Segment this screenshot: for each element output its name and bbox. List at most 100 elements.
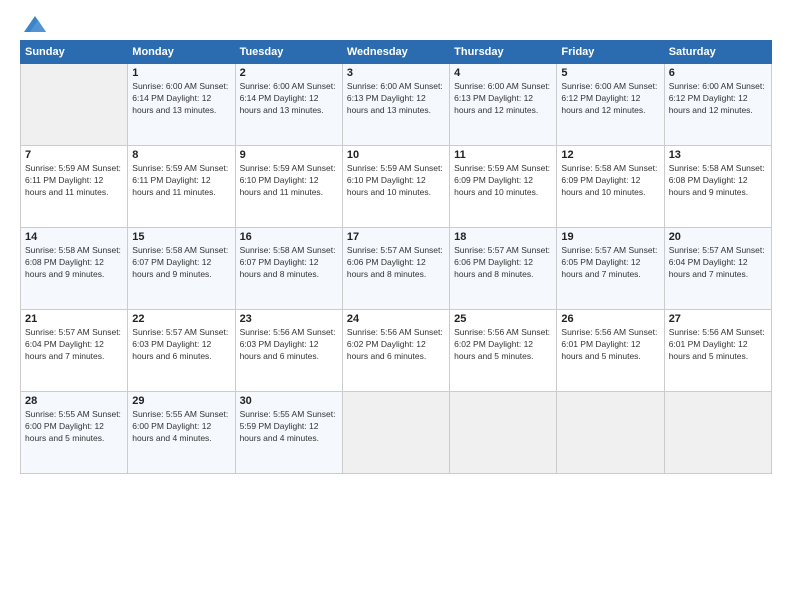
day-cell: 16 Sunrise: 5:58 AM Sunset: 6:07 PM Dayli… (235, 228, 342, 310)
day-info: Sunrise: 5:59 AM Sunset: 6:11 PM Dayligh… (132, 163, 230, 199)
day-info: Sunrise: 5:55 AM Sunset: 6:00 PM Dayligh… (132, 409, 230, 445)
day-info: Sunrise: 6:00 AM Sunset: 6:13 PM Dayligh… (347, 81, 445, 117)
day-info: Sunrise: 5:56 AM Sunset: 6:01 PM Dayligh… (561, 327, 659, 363)
day-cell (450, 392, 557, 474)
day-number: 14 (25, 231, 123, 243)
day-cell: 9Sunrise: 5:59 AM Sunset: 6:10 PM Daylig… (235, 146, 342, 228)
day-cell: 23Sunrise: 5:56 AM Sunset: 6:03 PM Dayli… (235, 310, 342, 392)
day-number: 13 (669, 149, 767, 161)
day-number: 25 (454, 313, 552, 325)
day-cell: 8 Sunrise: 5:59 AM Sunset: 6:11 PM Daylig… (128, 146, 235, 228)
day-number: 30 (240, 395, 338, 407)
day-cell: 6 Sunrise: 6:00 AM Sunset: 6:12 PM Daylig… (664, 64, 771, 146)
day-cell (557, 392, 664, 474)
day-number: 8 (132, 149, 230, 161)
day-cell: 22 Sunrise: 5:57 AM Sunset: 6:03 PM Dayli… (128, 310, 235, 392)
day-cell: 19 Sunrise: 5:57 AM Sunset: 6:05 PM Dayli… (557, 228, 664, 310)
day-cell: 29 Sunrise: 5:55 AM Sunset: 6:00 PM Dayli… (128, 392, 235, 474)
day-info: Sunrise: 5:58 AM Sunset: 6:07 PM Dayligh… (132, 245, 230, 281)
day-cell: 18Sunrise: 5:57 AM Sunset: 6:06 PM Dayli… (450, 228, 557, 310)
day-number: 7 (25, 149, 123, 161)
day-number: 9 (240, 149, 338, 161)
day-info: Sunrise: 5:58 AM Sunset: 6:08 PM Dayligh… (669, 163, 767, 199)
header-cell-sunday: Sunday (21, 41, 128, 64)
day-number: 17 (347, 231, 445, 243)
day-cell: 14 Sunrise: 5:58 AM Sunset: 6:08 PM Dayli… (21, 228, 128, 310)
day-number: 16 (240, 231, 338, 243)
header-cell-saturday: Saturday (664, 41, 771, 64)
day-cell: 20 Sunrise: 5:57 AM Sunset: 6:04 PM Dayli… (664, 228, 771, 310)
day-number: 11 (454, 149, 552, 161)
day-info: Sunrise: 5:58 AM Sunset: 6:07 PM Dayligh… (240, 245, 338, 281)
day-cell: 5 Sunrise: 6:00 AM Sunset: 6:12 PM Daylig… (557, 64, 664, 146)
day-info: Sunrise: 5:57 AM Sunset: 6:05 PM Dayligh… (561, 245, 659, 281)
day-number: 1 (132, 67, 230, 79)
header-cell-friday: Friday (557, 41, 664, 64)
day-number: 4 (454, 67, 552, 79)
day-cell: 10 Sunrise: 5:59 AM Sunset: 6:10 PM Dayli… (342, 146, 449, 228)
day-number: 12 (561, 149, 659, 161)
day-info: Sunrise: 5:57 AM Sunset: 6:06 PM Dayligh… (347, 245, 445, 281)
header-cell-tuesday: Tuesday (235, 41, 342, 64)
week-row-3: 14 Sunrise: 5:58 AM Sunset: 6:08 PM Dayli… (21, 228, 772, 310)
day-number: 27 (669, 313, 767, 325)
day-info: Sunrise: 5:55 AM Sunset: 6:00 PM Dayligh… (25, 409, 123, 445)
day-number: 22 (132, 313, 230, 325)
day-number: 21 (25, 313, 123, 325)
week-row-2: 7 Sunrise: 5:59 AM Sunset: 6:11 PM Daylig… (21, 146, 772, 228)
day-cell: 15 Sunrise: 5:58 AM Sunset: 6:07 PM Dayli… (128, 228, 235, 310)
header-cell-monday: Monday (128, 41, 235, 64)
day-cell: 30 Sunrise: 5:55 AM Sunset: 5:59 PM Dayli… (235, 392, 342, 474)
day-cell: 26 Sunrise: 5:56 AM Sunset: 6:01 PM Dayli… (557, 310, 664, 392)
day-number: 3 (347, 67, 445, 79)
day-cell: 21Sunrise: 5:57 AM Sunset: 6:04 PM Dayli… (21, 310, 128, 392)
day-info: Sunrise: 5:59 AM Sunset: 6:09 PM Dayligh… (454, 163, 552, 199)
day-cell: 2 Sunrise: 6:00 AM Sunset: 6:14 PM Daylig… (235, 64, 342, 146)
week-row-5: 28 Sunrise: 5:55 AM Sunset: 6:00 PM Dayli… (21, 392, 772, 474)
day-cell: 7 Sunrise: 5:59 AM Sunset: 6:11 PM Daylig… (21, 146, 128, 228)
header-cell-wednesday: Wednesday (342, 41, 449, 64)
day-info: Sunrise: 5:59 AM Sunset: 6:11 PM Dayligh… (25, 163, 123, 199)
day-info: Sunrise: 6:00 AM Sunset: 6:12 PM Dayligh… (669, 81, 767, 117)
day-info: Sunrise: 6:00 AM Sunset: 6:14 PM Dayligh… (240, 81, 338, 117)
day-info: Sunrise: 5:58 AM Sunset: 6:09 PM Dayligh… (561, 163, 659, 199)
calendar-table: SundayMondayTuesdayWednesdayThursdayFrid… (20, 40, 772, 474)
header-cell-thursday: Thursday (450, 41, 557, 64)
day-number: 20 (669, 231, 767, 243)
day-number: 2 (240, 67, 338, 79)
day-number: 29 (132, 395, 230, 407)
day-number: 10 (347, 149, 445, 161)
day-number: 15 (132, 231, 230, 243)
day-cell: 17 Sunrise: 5:57 AM Sunset: 6:06 PM Dayli… (342, 228, 449, 310)
day-number: 5 (561, 67, 659, 79)
day-number: 24 (347, 313, 445, 325)
day-number: 26 (561, 313, 659, 325)
day-cell (342, 392, 449, 474)
day-info: Sunrise: 6:00 AM Sunset: 6:12 PM Dayligh… (561, 81, 659, 117)
day-info: Sunrise: 5:56 AM Sunset: 6:03 PM Dayligh… (240, 327, 338, 363)
day-cell: 13 Sunrise: 5:58 AM Sunset: 6:08 PM Dayli… (664, 146, 771, 228)
week-row-4: 21Sunrise: 5:57 AM Sunset: 6:04 PM Dayli… (21, 310, 772, 392)
day-cell: 1Sunrise: 6:00 AM Sunset: 6:14 PM Daylig… (128, 64, 235, 146)
day-number: 6 (669, 67, 767, 79)
day-info: Sunrise: 5:59 AM Sunset: 6:10 PM Dayligh… (347, 163, 445, 199)
day-info: Sunrise: 6:00 AM Sunset: 6:13 PM Dayligh… (454, 81, 552, 117)
day-info: Sunrise: 5:55 AM Sunset: 5:59 PM Dayligh… (240, 409, 338, 445)
day-cell (664, 392, 771, 474)
day-cell: 27 Sunrise: 5:56 AM Sunset: 6:01 PM Dayli… (664, 310, 771, 392)
day-cell (21, 64, 128, 146)
day-number: 19 (561, 231, 659, 243)
day-info: Sunrise: 5:56 AM Sunset: 6:01 PM Dayligh… (669, 327, 767, 363)
logo-icon (22, 14, 48, 34)
day-info: Sunrise: 5:57 AM Sunset: 6:03 PM Dayligh… (132, 327, 230, 363)
day-info: Sunrise: 5:56 AM Sunset: 6:02 PM Dayligh… (454, 327, 552, 363)
day-cell: 4 Sunrise: 6:00 AM Sunset: 6:13 PM Daylig… (450, 64, 557, 146)
week-row-1: 1 Sunrise: 6:00 AM Sunset: 6:14 PM Daylig… (21, 64, 772, 146)
day-info: Sunrise: 5:57 AM Sunset: 6:06 PM Dayligh… (454, 245, 552, 281)
day-number: 28 (25, 395, 123, 407)
day-info: Sunrise: 5:58 AM Sunset: 6:08 PM Dayligh… (25, 245, 123, 281)
day-info: Sunrise: 5:56 AM Sunset: 6:02 PM Dayligh… (347, 327, 445, 363)
day-cell: 24 Sunrise: 5:56 AM Sunset: 6:02 PM Dayli… (342, 310, 449, 392)
day-cell: 3 Sunrise: 6:00 AM Sunset: 6:13 PM Daylig… (342, 64, 449, 146)
day-info: Sunrise: 5:57 AM Sunset: 6:04 PM Dayligh… (669, 245, 767, 281)
